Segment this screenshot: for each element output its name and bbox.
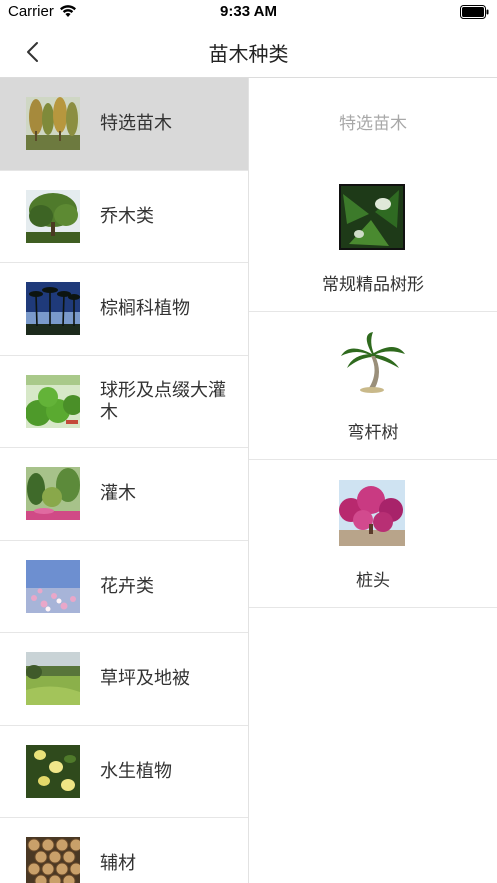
status-time: 9:33 AM (220, 3, 277, 20)
subcategory-header: 特选苗木 (339, 113, 407, 134)
category-label: 花卉类 (100, 575, 154, 597)
page-title: 苗木种类 (208, 42, 289, 66)
category-item-materials[interactable]: 辅材 (0, 818, 248, 883)
category-item-shrubs[interactable]: 灌木 (0, 448, 248, 541)
garden-shrubs-photo (26, 467, 80, 520)
subcategory-label: 弯杆树 (347, 423, 399, 443)
category-list[interactable]: 特选苗木 乔木类 棕榈科植物 球形及点缀大灌木 灌木 花卉类 草坪及地被 水生植… (0, 78, 248, 883)
water-lily-photo (26, 744, 80, 798)
tall-trees-photo (26, 97, 80, 150)
lawn-photo (26, 652, 80, 705)
subcategory-item-curved-trunk[interactable]: 弯杆树 (249, 312, 497, 460)
wood-logs-photo (26, 837, 80, 883)
category-item-aquatic[interactable]: 水生植物 (0, 726, 248, 818)
navigation-bar: 苗木种类 (0, 26, 497, 78)
bougainvillea-stump-photo (339, 480, 405, 546)
status-bar: Carrier 9:33 AM (0, 0, 497, 26)
subcategory-item-classic-shape[interactable]: 常规精品树形 (249, 164, 497, 312)
subcategory-panel: 特选苗木 常规精品树形 弯杆树 桩头 (249, 78, 497, 883)
category-item-palms[interactable]: 棕榈科植物 (0, 263, 248, 356)
category-item-featured[interactable]: 特选苗木 (0, 78, 248, 171)
category-label: 灌木 (100, 483, 136, 504)
battery-icon (460, 5, 489, 19)
broadleaf-tree-photo (26, 189, 80, 243)
category-label: 水生植物 (100, 760, 172, 782)
category-label: 乔木类 (100, 205, 154, 227)
cosmos-flowers-photo (26, 559, 80, 613)
category-item-trees[interactable]: 乔木类 (0, 171, 248, 263)
subcategory-label: 常规精品树形 (322, 275, 424, 295)
subcategory-item-stump[interactable]: 桩头 (249, 460, 497, 608)
category-label: 棕榈科植物 (100, 298, 190, 319)
pine-foliage-photo (339, 184, 405, 250)
category-label: 特选苗木 (100, 113, 172, 134)
category-item-topiary[interactable]: 球形及点缀大灌木 (0, 356, 248, 448)
topiary-balls-photo (26, 374, 80, 428)
palm-trees-photo (26, 282, 80, 335)
category-item-lawn[interactable]: 草坪及地被 (0, 633, 248, 726)
category-label: 球形及点缀大灌木 (100, 379, 226, 423)
category-label: 草坪及地被 (100, 668, 190, 689)
curved-palm-photo (339, 332, 405, 398)
category-item-flowers[interactable]: 花卉类 (0, 541, 248, 633)
subcategory-label: 桩头 (356, 571, 390, 591)
category-label: 辅材 (100, 853, 136, 874)
